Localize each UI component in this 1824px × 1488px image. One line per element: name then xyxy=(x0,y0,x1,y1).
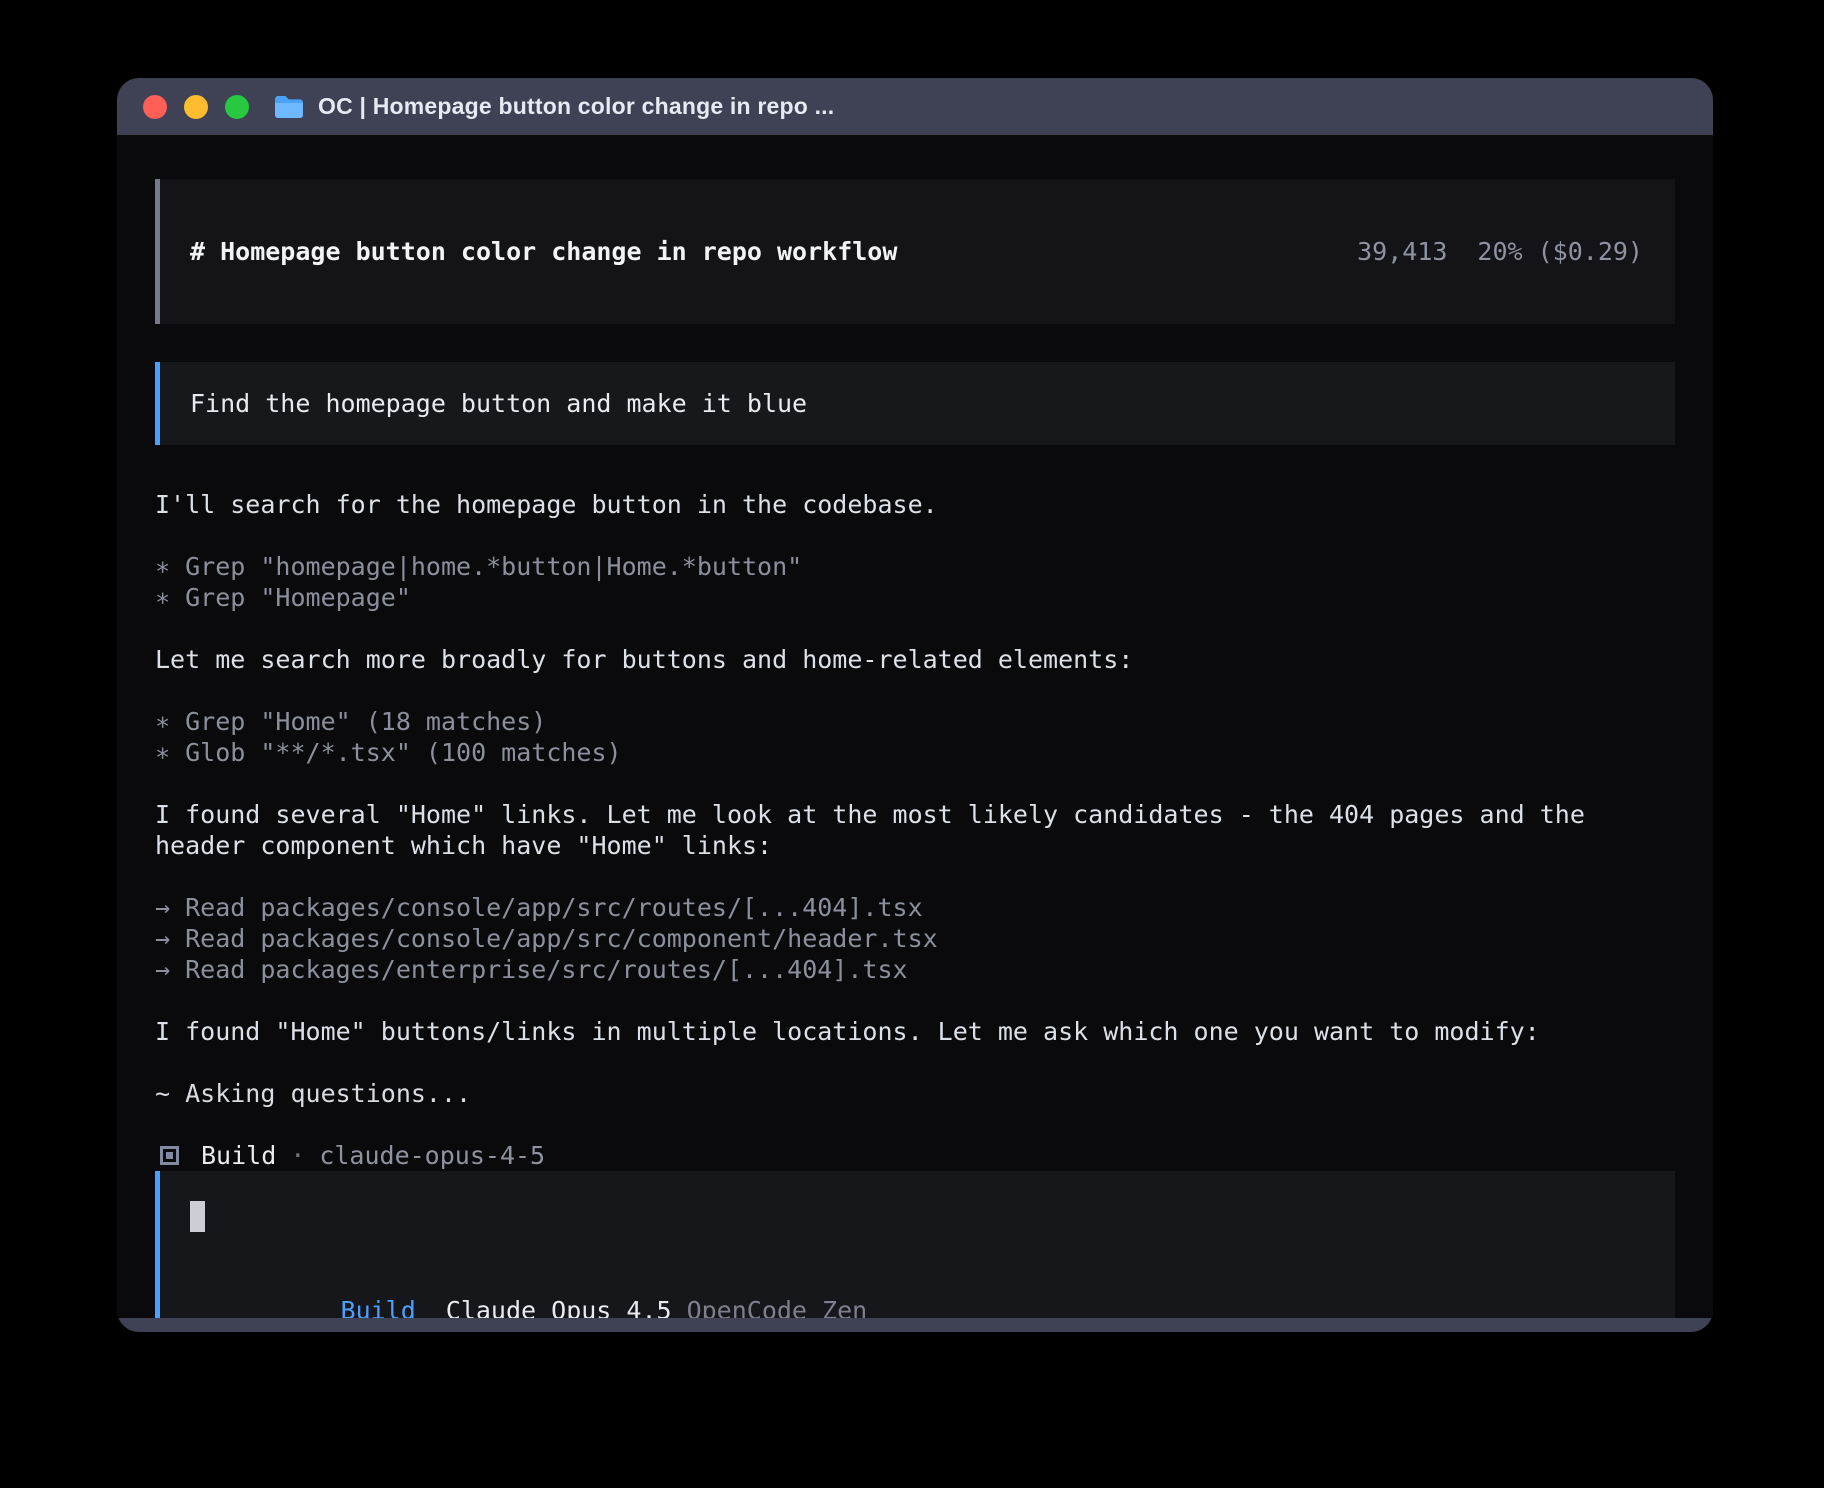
session-title: # Homepage button color change in repo w… xyxy=(190,237,897,266)
agent-build-icon xyxy=(160,1146,179,1165)
prompt-model-label[interactable]: Claude Opus 4.5 xyxy=(446,1296,672,1318)
terminal-window: OC | Homepage button color change in rep… xyxy=(117,78,1713,1332)
titlebar: OC | Homepage button color change in rep… xyxy=(117,78,1713,135)
agent-status-row: Build · claude-opus-4-5 xyxy=(155,1140,1675,1171)
agent-name: Build xyxy=(201,1140,276,1171)
terminal-content: # Homepage button color change in repo w… xyxy=(117,135,1713,1318)
minimize-button[interactable] xyxy=(184,95,208,119)
prompt-meta: Build Claude Opus 4.5 OpenCode Zen xyxy=(190,1264,1643,1318)
assistant-text-line: I found several "Home" links. Let me loo… xyxy=(155,799,1675,830)
assistant-text-line: I found "Home" buttons/links in multiple… xyxy=(155,1016,1675,1047)
agent-separator: · xyxy=(290,1140,305,1171)
maximize-button[interactable] xyxy=(225,95,249,119)
conversation: I'll search for the homepage button in t… xyxy=(155,489,1675,1171)
prompt-agent-label[interactable]: Build xyxy=(341,1296,416,1318)
assistant-text-line: header component which have "Home" links… xyxy=(155,830,1675,861)
working-status: ~ Asking questions... xyxy=(155,1078,1675,1109)
close-button[interactable] xyxy=(143,95,167,119)
asking-questions-status: ~ Asking questions... xyxy=(155,1078,1675,1109)
user-message: Find the homepage button and make it blu… xyxy=(155,362,1675,445)
glob-tool-line: ∗ Glob "**/*.tsx" (100 matches) xyxy=(155,737,1675,768)
text-cursor xyxy=(190,1201,205,1232)
session-header: # Homepage button color change in repo w… xyxy=(155,179,1675,324)
grep-tool-line: ∗ Grep "homepage|home.*button|Home.*butt… xyxy=(155,551,1675,582)
folder-icon xyxy=(273,94,305,120)
tool-call-group: ∗ Grep "homepage|home.*button|Home.*butt… xyxy=(155,551,1675,613)
assistant-message: Let me search more broadly for buttons a… xyxy=(155,644,1675,675)
traffic-lights xyxy=(143,95,249,119)
token-count: 39,413 xyxy=(1357,237,1447,266)
grep-tool-line: ∗ Grep "Home" (18 matches) xyxy=(155,706,1675,737)
assistant-message: I found several "Home" links. Let me loo… xyxy=(155,799,1675,861)
prompt-provider-label: OpenCode Zen xyxy=(687,1296,868,1318)
tool-call-group: ∗ Grep "Home" (18 matches) ∗ Glob "**/*.… xyxy=(155,706,1675,768)
tool-call-group: → Read packages/console/app/src/routes/[… xyxy=(155,892,1675,985)
assistant-text-line: I'll search for the homepage button in t… xyxy=(155,489,1675,520)
assistant-message: I'll search for the homepage button in t… xyxy=(155,489,1675,520)
read-tool-line: → Read packages/console/app/src/routes/[… xyxy=(155,892,1675,923)
prompt-input[interactable]: Build Claude Opus 4.5 OpenCode Zen xyxy=(155,1171,1675,1318)
footer: BuildClaude Opus 4.5OpenCode Zen ·······… xyxy=(155,1171,1675,1318)
assistant-message: I found "Home" buttons/links in multiple… xyxy=(155,1016,1675,1047)
read-tool-line: → Read packages/console/app/src/componen… xyxy=(155,923,1675,954)
assistant-text-line: Let me search more broadly for buttons a… xyxy=(155,644,1675,675)
read-tool-line: → Read packages/enterprise/src/routes/[.… xyxy=(155,954,1675,985)
agent-model: claude-opus-4-5 xyxy=(319,1140,545,1171)
session-stats: 39,413 20% ($0.29) xyxy=(1237,208,1643,295)
grep-tool-line: ∗ Grep "Homepage" xyxy=(155,582,1675,613)
window-title: OC | Homepage button color change in rep… xyxy=(318,93,834,120)
context-usage: 20% ($0.29) xyxy=(1477,237,1643,266)
